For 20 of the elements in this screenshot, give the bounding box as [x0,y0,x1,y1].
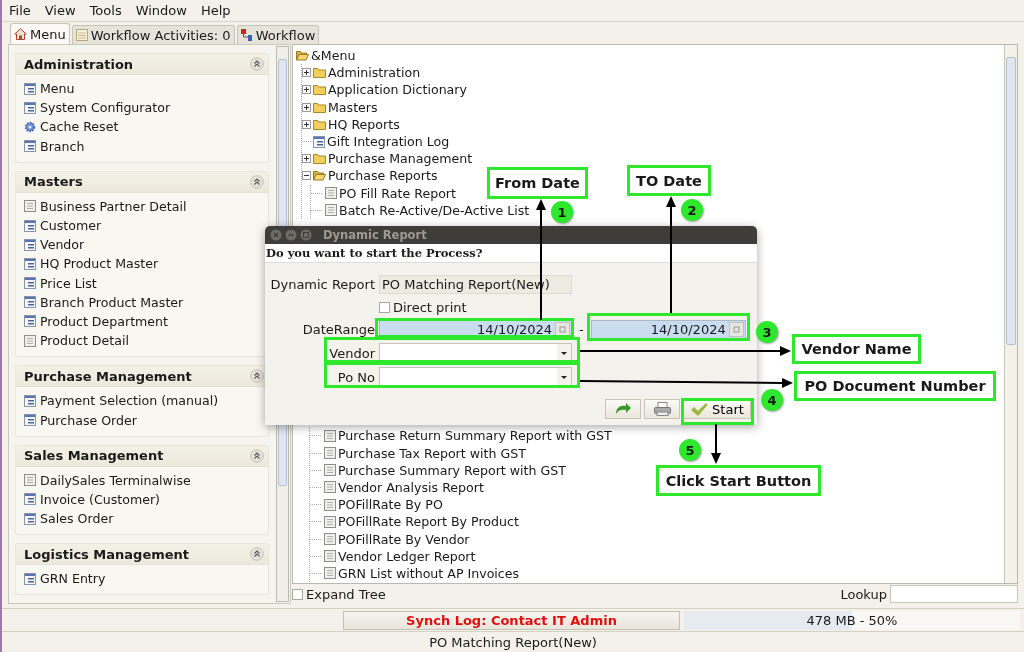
callout-label: TO Date [627,165,711,196]
callout-label: Vendor Name [792,334,921,364]
callout-label: Click Start Button [656,465,821,496]
status-message: PO Matching Report(New) [429,634,597,650]
range-separator: - [579,322,584,337]
callout-label: PO Document Number [794,371,996,401]
prompt-text: Do you want to start the Process? [266,246,483,260]
field-label: DateRange [302,322,375,337]
field-label: Dynamic Report [270,277,375,292]
callout-label: From Date [487,167,588,199]
field-label: Lookup [840,586,887,602]
section-title: Masters [24,174,83,190]
dialog-title: Dynamic Report [323,228,427,242]
memory-reading: 478 MB - 50% [806,612,898,628]
field-label: Po No [337,369,375,385]
section-title: Logistics Management [24,546,190,562]
section-title: Administration [24,56,134,72]
field-label: Vendor [329,345,375,361]
section-title: Purchase Management [24,368,192,384]
section-title: Sales Management [24,448,164,464]
